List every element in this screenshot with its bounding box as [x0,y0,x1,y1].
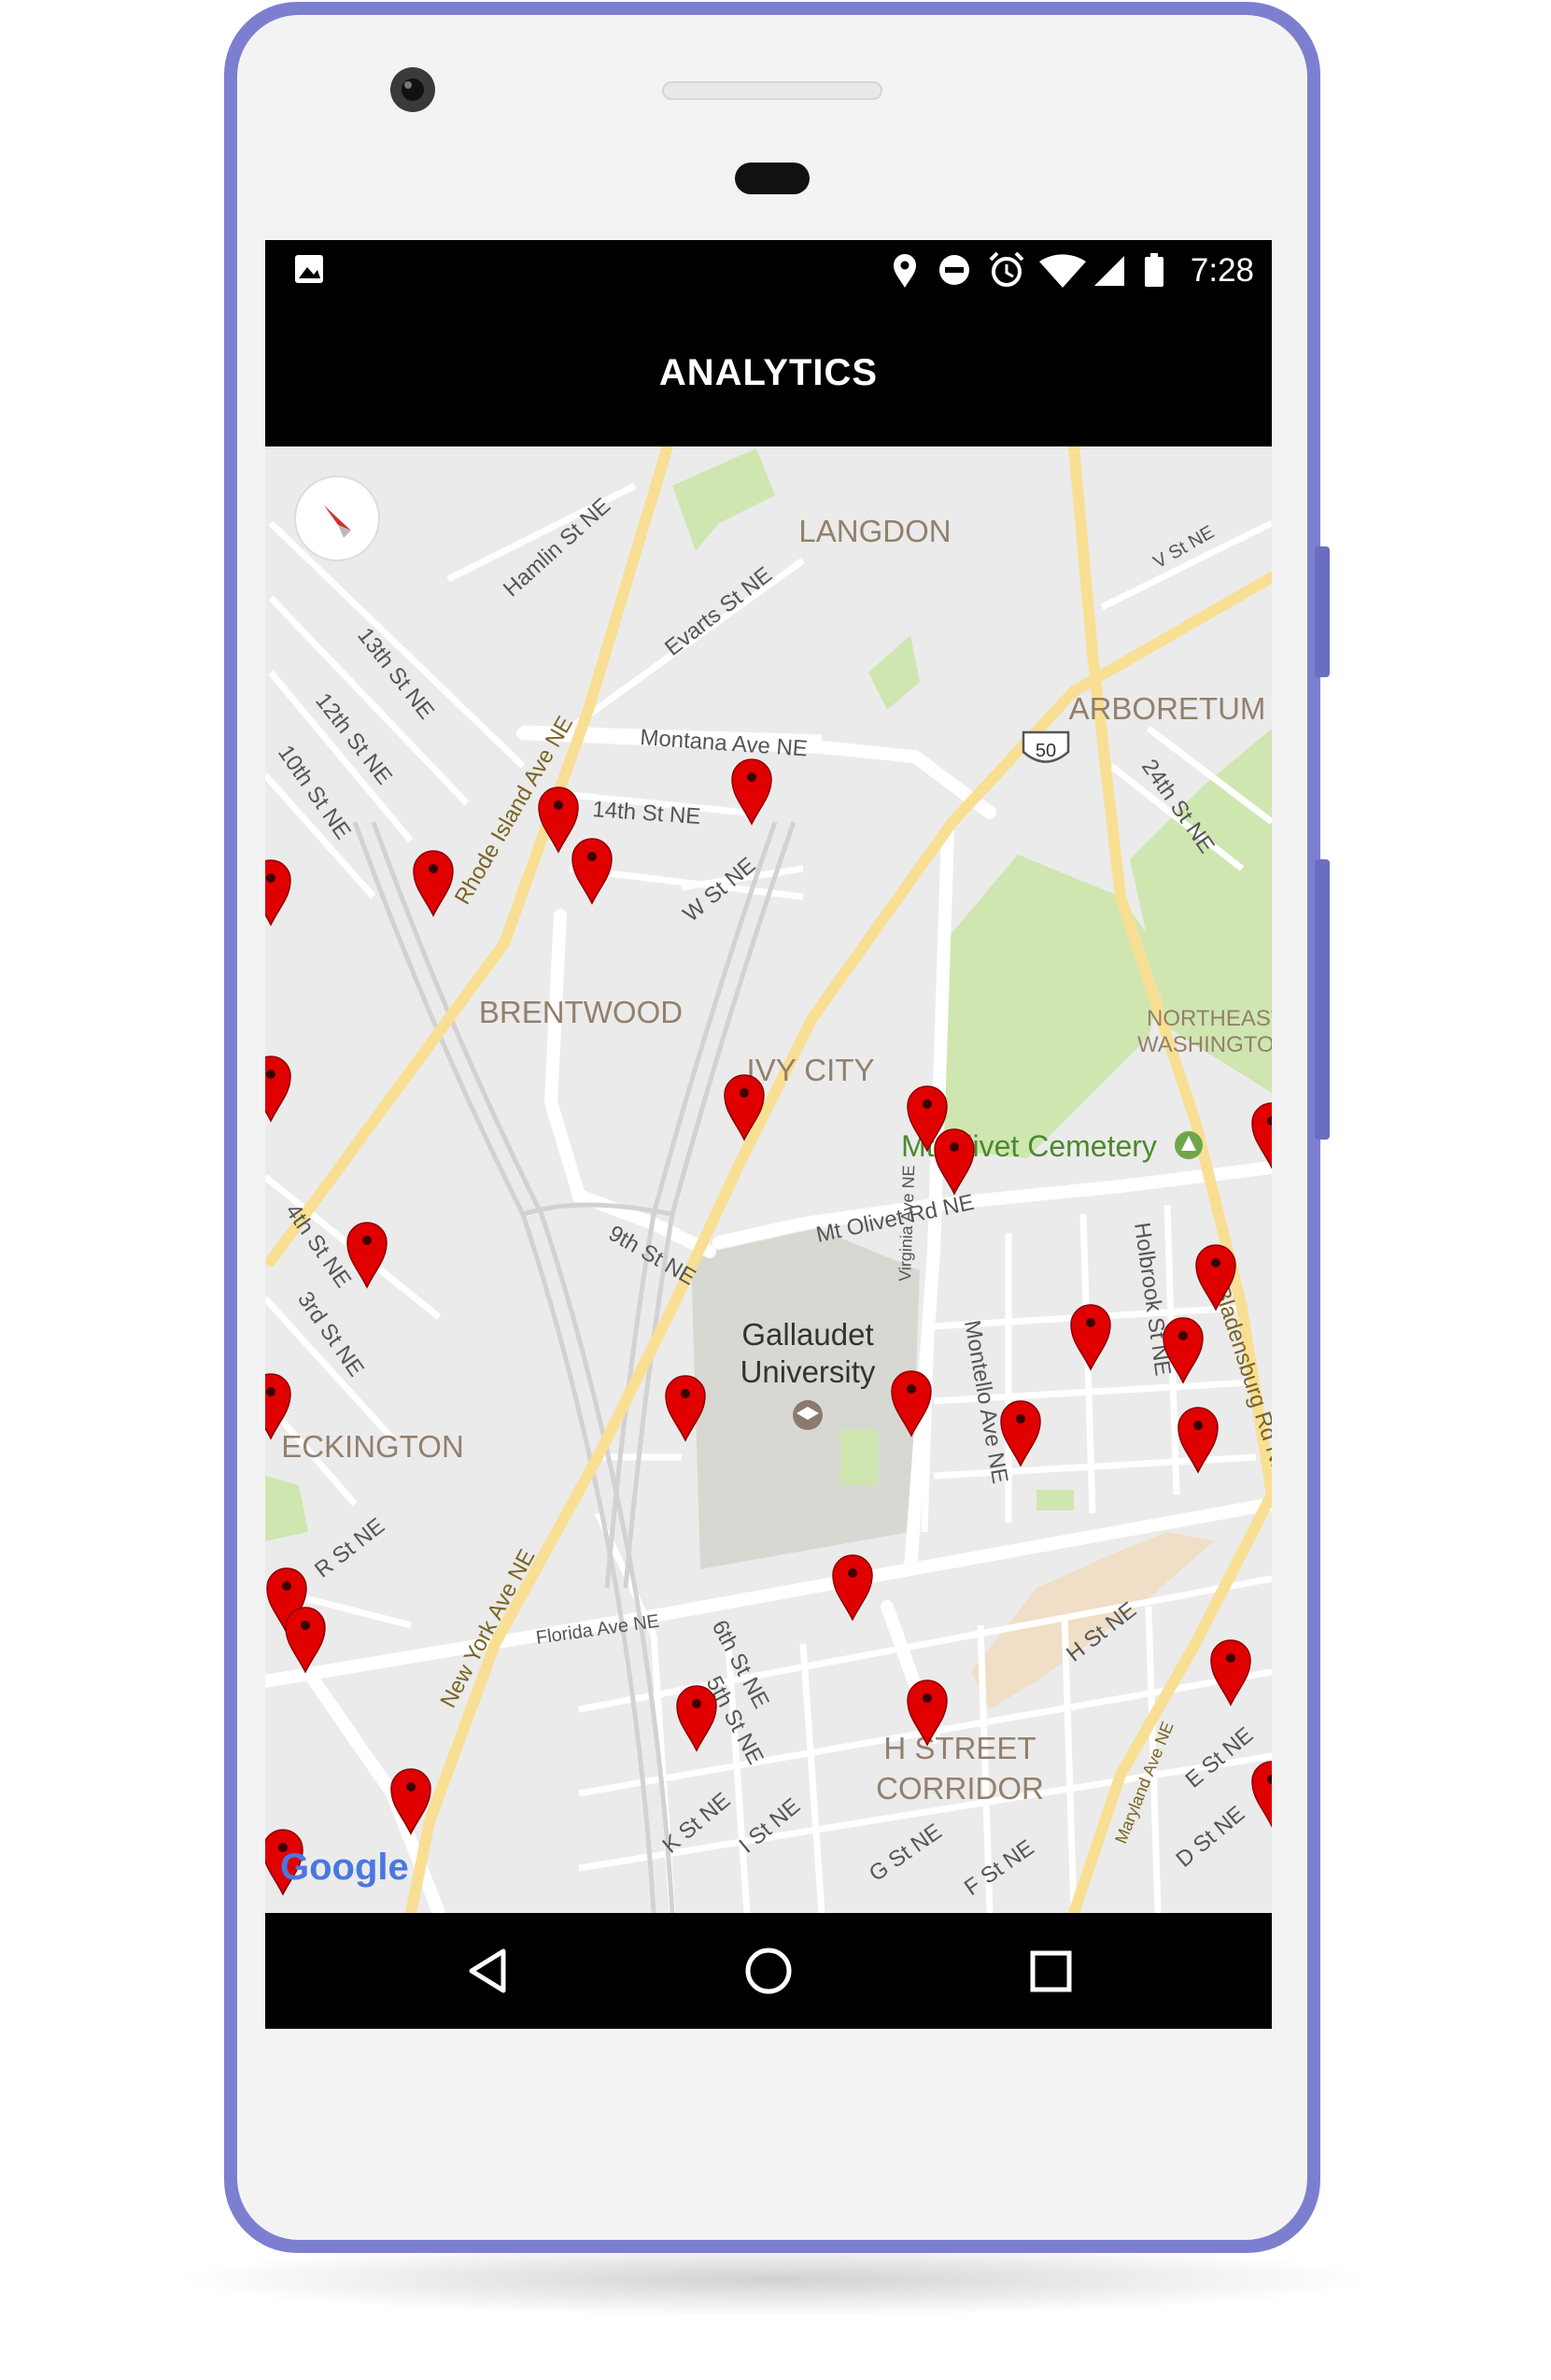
battery-icon [1145,253,1163,287]
neighborhood-northeast: NORTHEAST [1147,1006,1285,1031]
park-icon [1175,1131,1203,1159]
neighborhood-washington: WASHINGTON [1137,1032,1290,1057]
nav-bar [265,1913,1272,2029]
neighborhood-brentwood: BRENTWOOD [479,995,683,1029]
neighborhood-eckington: ECKINGTON [281,1429,464,1464]
route-50-shield: 50 [1022,730,1070,763]
neighborhood-h-street: H STREET [883,1731,1036,1765]
neighborhood-ivy-city: IVY CITY [747,1053,875,1087]
earpiece-speaker [662,81,882,100]
gallaudet-label-2: University [740,1354,876,1389]
image-icon [295,255,323,283]
school-icon [793,1400,823,1430]
gallaudet-label-1: Gallaudet [741,1317,873,1352]
device-mockup: 7:28 ANALYTICS 50 LANGDON ARBORETUM BREN… [177,2,1373,2316]
neighborhood-langdon: LANGDON [798,514,951,548]
do-not-disturb-icon [939,255,969,285]
status-time: 7:28 [1191,252,1254,289]
svg-text:50: 50 [1036,741,1056,761]
map-view[interactable]: 50 LANGDON ARBORETUM BRENTWOOD IVY CITY … [251,446,1294,1913]
neighborhood-corridor: CORRIDOR [876,1771,1044,1806]
gallaudet-campus [691,1228,920,1569]
neighborhood-arboretum: ARBORETUM [1069,691,1266,726]
proximity-sensor [735,163,810,194]
compass-button[interactable] [294,475,380,561]
app-bar-title: ANALYTICS [659,352,878,393]
google-logo: Google [280,1847,409,1888]
